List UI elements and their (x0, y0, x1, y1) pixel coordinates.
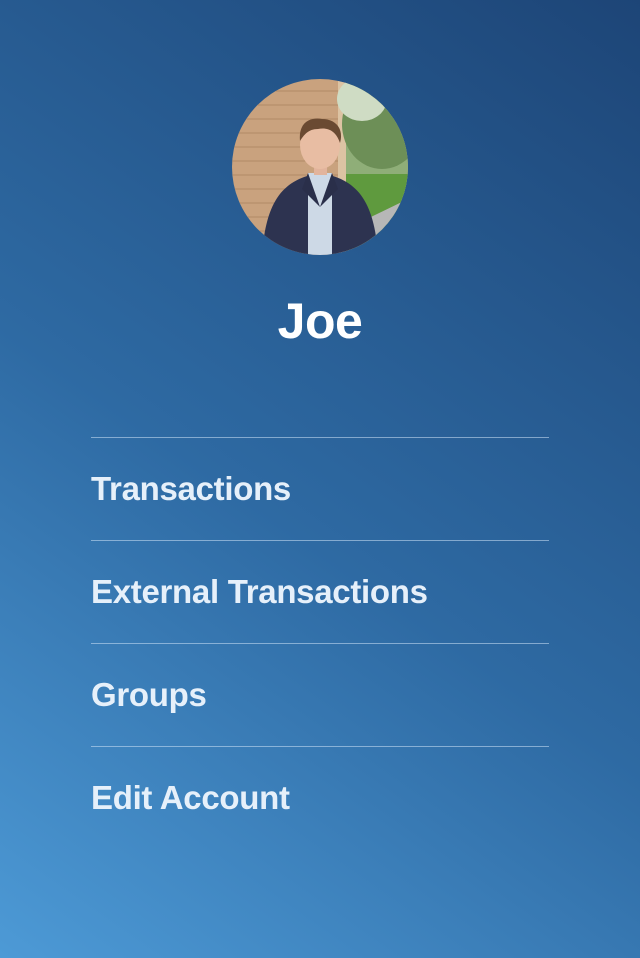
menu-item-edit-account[interactable]: Edit Account (91, 747, 549, 849)
menu-item-external-transactions[interactable]: External Transactions (91, 541, 549, 643)
menu-item-transactions[interactable]: Transactions (91, 438, 549, 540)
menu-item-label: External Transactions (91, 573, 428, 610)
menu-item-label: Edit Account (91, 779, 290, 816)
menu-item-groups[interactable]: Groups (91, 644, 549, 746)
menu-item-label: Transactions (91, 470, 291, 507)
avatar[interactable] (232, 79, 408, 255)
side-menu: Transactions External Transactions Group… (91, 437, 549, 849)
profile-photo (232, 79, 408, 255)
user-name: Joe (277, 293, 363, 349)
menu-item-label: Groups (91, 676, 207, 713)
